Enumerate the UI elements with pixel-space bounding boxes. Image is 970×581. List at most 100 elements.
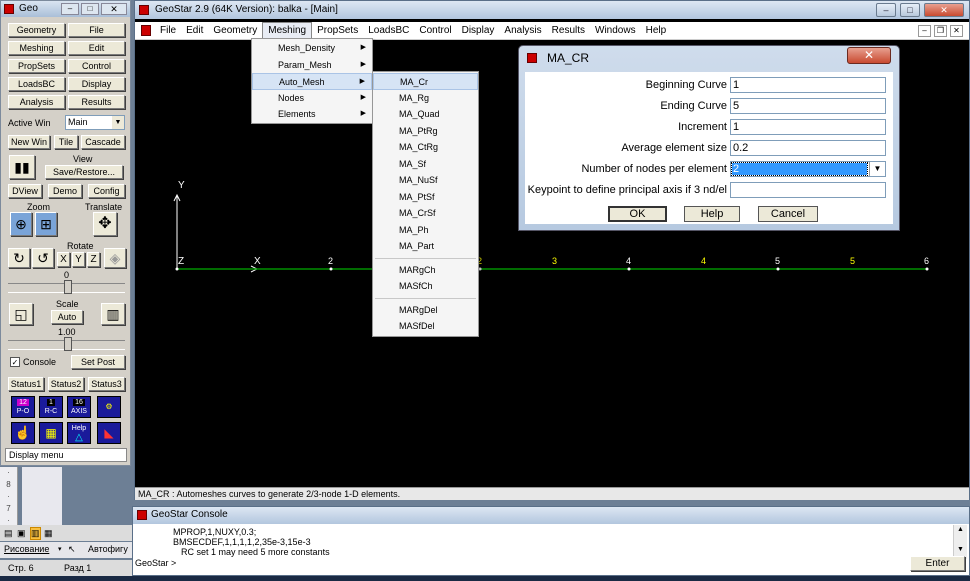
drawing-dropdown-icon[interactable]: ▾ (58, 542, 62, 557)
menu-item-ma-part[interactable]: MA_Part (373, 238, 478, 255)
control-button[interactable]: Control (68, 59, 125, 73)
menu-display[interactable]: Display (457, 22, 500, 40)
menu-analysis[interactable]: Analysis (499, 22, 546, 40)
zoom-window-icon[interactable]: ⊞ (35, 212, 57, 236)
status3-button[interactable]: Status3 (88, 377, 125, 391)
mdi-close-button[interactable]: ✕ (950, 25, 963, 37)
dialog-titlebar[interactable]: MA_CR ✕ (519, 46, 899, 70)
zoom-in-icon[interactable]: ⊕ (10, 212, 32, 236)
keypoint-field[interactable] (730, 182, 886, 198)
mdi-restore-button[interactable]: ❐ (934, 25, 947, 37)
menu-item-ma-ctrg[interactable]: MA_CtRg (373, 139, 478, 156)
active-win-select[interactable]: Main ▼ (65, 115, 125, 130)
menu-item-ma-ph[interactable]: MA_Ph (373, 222, 478, 239)
menu-file[interactable]: File (155, 22, 181, 40)
scale-slider-thumb[interactable] (64, 337, 72, 351)
web-view-icon[interactable]: ▣ (17, 528, 26, 539)
display-button[interactable]: Display (68, 77, 125, 91)
chevron-down-icon[interactable]: ▼ (112, 116, 124, 129)
axis-icon[interactable]: 16 AXIS (67, 396, 91, 418)
rotate-free-icon[interactable]: ◈ (104, 248, 126, 268)
console-input[interactable] (181, 557, 906, 571)
ok-button[interactable]: OK (608, 206, 667, 222)
autoshapes-menu[interactable]: Автофигу (88, 542, 128, 557)
chevron-down-icon[interactable]: ▼ (869, 162, 885, 176)
demo-button[interactable]: Demo (48, 184, 82, 198)
menu-item-elements[interactable]: Elements ▶ (252, 106, 372, 123)
drawing-menu[interactable]: Рисование (4, 542, 49, 557)
main-titlebar[interactable]: GeoStar 2.9 (64K Version): balka - [Main… (135, 1, 969, 19)
main-min-button[interactable]: – (876, 3, 896, 17)
analysis-button[interactable]: Analysis (8, 95, 65, 109)
menu-item-masfch[interactable]: MASfCh (373, 278, 478, 295)
translate-icon[interactable]: ✥ (93, 212, 117, 236)
enter-button[interactable]: Enter (910, 556, 965, 571)
rotate-cw-icon[interactable]: ↺ (32, 248, 54, 268)
cascade-button[interactable]: Cascade (81, 135, 125, 149)
menu-item-margch[interactable]: MARgCh (373, 262, 478, 279)
menu-item-ma-cr[interactable]: MA_Cr (373, 73, 478, 90)
po-icon[interactable]: 12 P-O (11, 396, 35, 418)
menu-item-auto-mesh[interactable]: Auto_Mesh ▶ (252, 73, 372, 90)
beginning-curve-field[interactable]: 1 (730, 77, 886, 93)
rotate-slider-thumb[interactable] (64, 280, 72, 294)
rotate-x-button[interactable]: X (57, 252, 70, 267)
geo-min-button[interactable]: – (61, 3, 79, 15)
file-button[interactable]: File (68, 23, 125, 37)
dialog-close-button[interactable]: ✕ (847, 47, 891, 64)
menu-item-ma-ptrg[interactable]: MA_PtRg (373, 123, 478, 140)
console-scrollbar[interactable]: ▲ ▼ (953, 525, 967, 559)
menu-edit[interactable]: Edit (181, 22, 208, 40)
cancel-button[interactable]: Cancel (758, 206, 818, 222)
propsets-button[interactable]: PropSets (8, 59, 65, 73)
dview-button[interactable]: DView (8, 184, 42, 198)
outline-view-icon[interactable]: ▦ (44, 528, 53, 539)
scale-grid-icon[interactable]: ▥ (101, 303, 125, 325)
view-glasses-icon[interactable]: ▮▮ (9, 155, 35, 179)
menu-results[interactable]: Results (547, 22, 590, 40)
hand-icon[interactable]: ☝ (11, 422, 35, 444)
increment-field[interactable]: 1 (730, 119, 886, 135)
menu-item-ma-rg[interactable]: MA_Rg (373, 90, 478, 107)
ending-curve-field[interactable]: 5 (730, 98, 886, 114)
geo-titlebar[interactable]: Geo – □ ✕ (1, 1, 130, 17)
save-restore-button[interactable]: Save/Restore... (45, 165, 123, 179)
scale-auto-button[interactable]: Auto (51, 310, 83, 324)
menu-item-ma-crsf[interactable]: MA_CrSf (373, 205, 478, 222)
gc-icon[interactable]: ⚙ (97, 396, 121, 418)
console-titlebar[interactable]: GeoStar Console (133, 507, 969, 524)
console-checkbox[interactable]: ✓ (10, 357, 20, 367)
meshing-button[interactable]: Meshing (8, 41, 65, 55)
menu-item-ma-nusf[interactable]: MA_NuSf (373, 172, 478, 189)
nodes-per-element-select[interactable]: 2 ▼ (730, 161, 886, 177)
grid-icon[interactable]: ▦ (39, 422, 63, 444)
help-icon[interactable]: Help △ (67, 422, 91, 444)
mdi-min-button[interactable]: – (918, 25, 931, 37)
menu-item-margdel[interactable]: MARgDel (373, 302, 478, 319)
rotate-z-button[interactable]: Z (87, 252, 100, 267)
geo-max-button[interactable]: □ (81, 3, 99, 15)
help-button[interactable]: Help (684, 206, 740, 222)
results-button[interactable]: Results (68, 95, 125, 109)
main-max-button[interactable]: □ (900, 3, 920, 17)
menu-control[interactable]: Control (414, 22, 456, 40)
loadsbc-button[interactable]: LoadsBC (8, 77, 65, 91)
menu-item-masfdel[interactable]: MASfDel (373, 318, 478, 335)
menu-item-ma-ptsf[interactable]: MA_PtSf (373, 189, 478, 206)
menu-windows[interactable]: Windows (590, 22, 641, 40)
print-view-icon[interactable]: ▥ (30, 527, 41, 540)
avg-element-size-field[interactable]: 0.2 (730, 140, 886, 156)
select-arrow-icon[interactable]: ↖ (68, 542, 76, 557)
scale-slider[interactable] (8, 337, 125, 351)
set-post-button[interactable]: Set Post (71, 355, 125, 369)
tile-button[interactable]: Tile (54, 135, 78, 149)
cursor-icon[interactable]: ◣ (97, 422, 121, 444)
status1-button[interactable]: Status1 (8, 377, 44, 391)
menu-item-param-mesh[interactable]: Param_Mesh ▶ (252, 57, 372, 74)
rotate-slider[interactable] (8, 280, 125, 294)
main-close-button[interactable]: ✕ (924, 3, 964, 17)
menu-help[interactable]: Help (641, 22, 672, 40)
edit-button[interactable]: Edit (68, 41, 125, 55)
config-button[interactable]: Config (88, 184, 125, 198)
menu-item-nodes[interactable]: Nodes ▶ (252, 90, 372, 107)
